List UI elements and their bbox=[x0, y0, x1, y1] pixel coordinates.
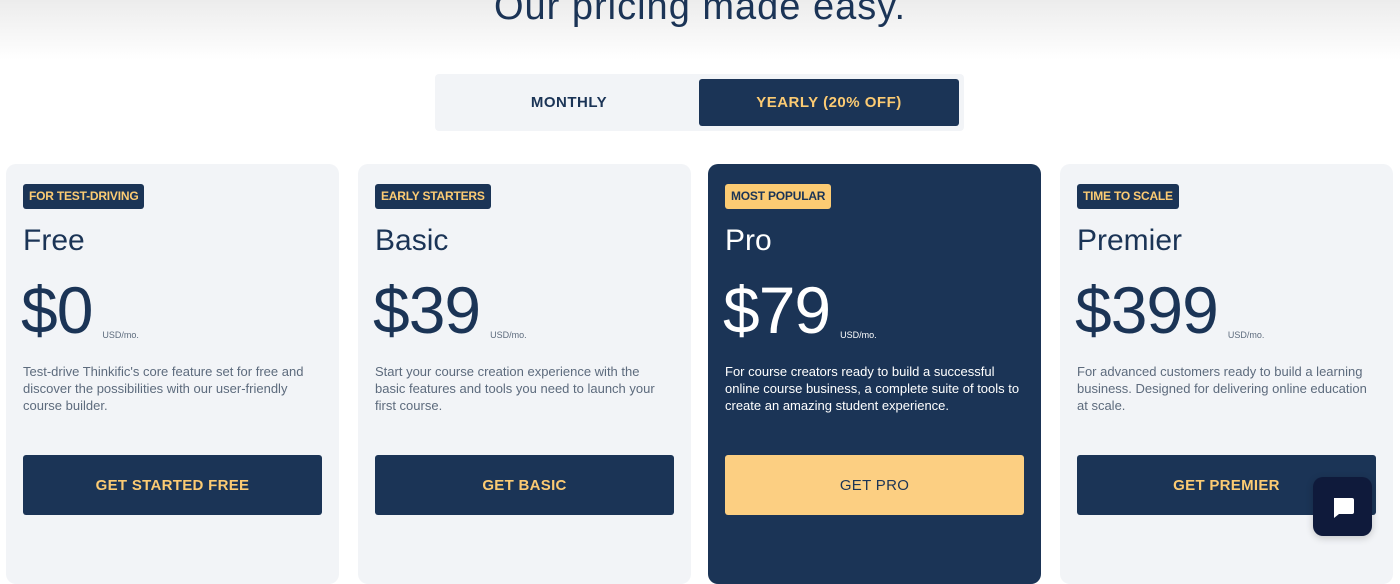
plan-name: Premier bbox=[1077, 224, 1183, 257]
page-title: Our pricing made easy. bbox=[493, 0, 907, 28]
plan-name: Free bbox=[23, 224, 85, 257]
price-row: $39 USD/mo. bbox=[373, 274, 527, 346]
monthly-toggle-button[interactable]: MONTHLY bbox=[439, 79, 699, 126]
price-row: $79 USD/mo. bbox=[723, 274, 877, 346]
plan-description: For advanced customers ready to build a … bbox=[1077, 364, 1367, 413]
price-row: $0 USD/mo. bbox=[21, 274, 139, 346]
plan-badge: EARLY STARTERS bbox=[375, 184, 491, 209]
plan-card-pro: MOST POPULAR Pro $79 USD/mo. For course … bbox=[708, 164, 1041, 584]
plan-badge: FOR TEST-DRIVING bbox=[23, 184, 145, 209]
plan-price: $399 bbox=[1075, 273, 1219, 347]
get-basic-button[interactable]: GET BASIC bbox=[375, 455, 674, 515]
price-row: $399 USD/mo. bbox=[1075, 274, 1264, 346]
price-unit: USD/mo. bbox=[490, 330, 527, 340]
plan-description: Test-drive Thinkific's core feature set … bbox=[23, 364, 304, 413]
plan-card-basic: EARLY STARTERS Basic $39 USD/mo. Start y… bbox=[358, 164, 691, 584]
price-unit: USD/mo. bbox=[840, 330, 877, 340]
plan-description: For course creators ready to build a suc… bbox=[725, 364, 1020, 413]
plan-badge: MOST POPULAR bbox=[725, 184, 832, 209]
plan-name: Pro bbox=[725, 224, 772, 257]
billing-toggle: MONTHLY YEARLY (20% OFF) bbox=[435, 74, 964, 131]
plan-card-free: FOR TEST-DRIVING Free $0 USD/mo. Test-dr… bbox=[6, 164, 339, 584]
plan-price: $0 bbox=[21, 273, 93, 347]
plan-price: $39 bbox=[373, 273, 481, 347]
plan-description: Start your course creation experience wi… bbox=[375, 364, 655, 413]
plan-name: Basic bbox=[375, 224, 449, 257]
yearly-toggle-button[interactable]: YEARLY (20% OFF) bbox=[699, 79, 959, 126]
price-unit: USD/mo. bbox=[1227, 330, 1265, 340]
plan-price: $79 bbox=[723, 273, 831, 347]
chat-bubble-icon bbox=[1333, 497, 1354, 518]
plan-badge: TIME TO SCALE bbox=[1077, 184, 1179, 209]
chat-widget-button[interactable] bbox=[1313, 477, 1372, 536]
get-started-free-button[interactable]: GET STARTED FREE bbox=[23, 455, 322, 515]
price-unit: USD/mo. bbox=[102, 330, 139, 340]
get-pro-button[interactable]: GET PRO bbox=[725, 455, 1024, 515]
